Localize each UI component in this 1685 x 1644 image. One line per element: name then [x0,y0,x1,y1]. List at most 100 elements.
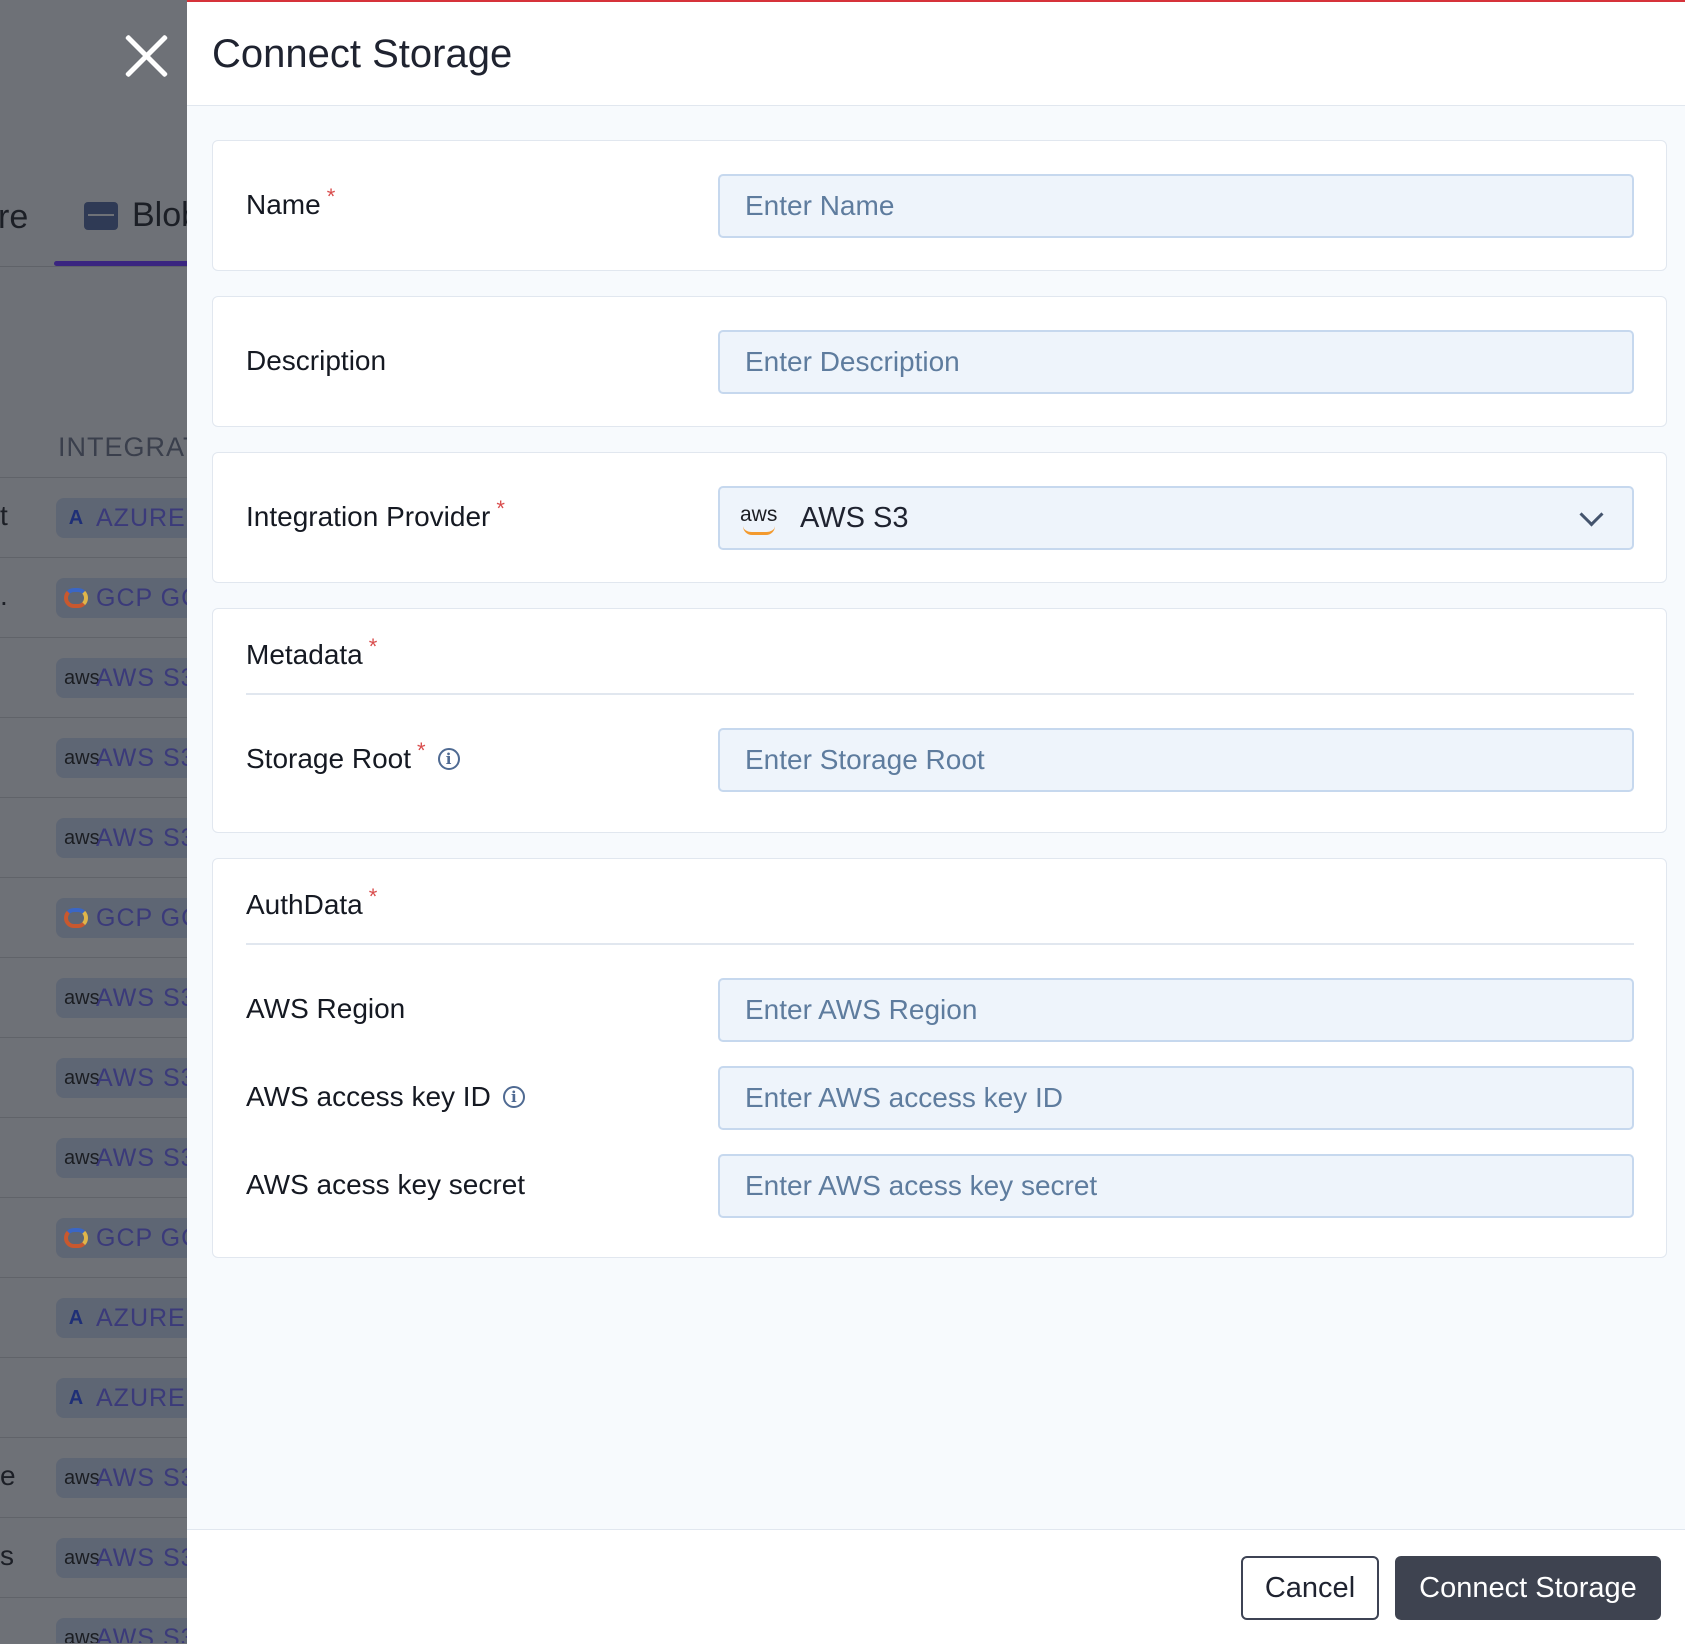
description-label-text: Description [246,345,387,376]
authdata-title-text: AuthData [246,889,363,920]
provider-badge: A AZURE BLOB [56,1378,187,1418]
aws-access-key-secret-input[interactable] [718,1154,1634,1218]
cancel-button[interactable]: Cancel [1241,1556,1379,1620]
integration-row[interactable]: . GCP GCS [0,557,187,638]
description-card: Description [212,296,1667,427]
metadata-title-text: Metadata [246,639,363,670]
provider-badge-label: AWS S3 [96,1543,187,1572]
provider-card: Integration Provider * aws AWS S3 [212,452,1667,583]
provider-badge: aws AWS S3 [56,1458,187,1498]
aws-icon: aws [64,666,100,689]
azure-icon: A [68,506,84,529]
required-marker: * [368,634,378,659]
storage-icon [84,201,118,230]
authdata-card: AuthData * AWS Region AWS access key ID … [212,858,1667,1258]
provider-badge-label: AWS S3 [96,743,187,772]
integration-row[interactable]: aws AWS S3 [0,1597,187,1643]
authdata-title: AuthData * [246,884,377,921]
provider-selected-value: AWS S3 [800,501,909,534]
provider-badge-label: GCP GCS [96,1223,187,1252]
metadata-title: Metadata * [246,634,377,671]
aws-icon: aws [64,1626,100,1644]
chevron-down-icon [1579,501,1604,527]
integration-row[interactable]: t A AZURE BLOB [0,477,187,558]
integration-row[interactable]: aws AWS S3 [0,717,187,798]
tabs-divider [0,266,187,267]
provider-badge: aws AWS S3 [56,818,187,858]
aws-icon: aws [64,746,100,769]
required-marker: * [326,184,336,209]
tab-blob[interactable]: Blob [84,196,187,235]
connect-storage-drawer: Connect Storage Name * Description Integ… [187,0,1685,1644]
integration-row[interactable]: A AZURE BLOB [0,1277,187,1358]
provider-select[interactable]: aws AWS S3 [718,486,1634,550]
tab-label: Blob [132,196,187,234]
description-input[interactable] [718,330,1634,394]
integration-row[interactable]: aws AWS S3 [0,1037,187,1118]
provider-badge-label: AWS S3 [96,1143,187,1172]
provider-label-text: Integration Provider [246,501,491,532]
azure-icon: A [68,1306,84,1329]
provider-badge: GCP GCS [56,1218,187,1258]
drawer-top-accent [187,0,1685,2]
authdata-divider [246,943,1634,945]
connect-storage-button[interactable]: Connect Storage [1395,1556,1661,1620]
aws-region-label-text: AWS Region [246,993,406,1024]
provider-badge-label: AWS S3 [96,1623,187,1644]
provider-badge: aws AWS S3 [56,1058,187,1098]
aws-access-key-id-label: AWS access key ID i [246,1081,525,1113]
row-name-fragment: e [0,1460,16,1491]
gcp-icon [64,908,88,928]
integration-row[interactable]: aws AWS S3 [0,637,187,718]
integration-row[interactable]: aws AWS S3 [0,957,187,1038]
metadata-divider [246,693,1634,695]
provider-badge: aws AWS S3 [56,1618,187,1643]
aws-icon: aws [64,1466,100,1489]
aws-region-input[interactable] [718,978,1634,1042]
provider-badge-label: AWS S3 [96,663,187,692]
gcp-icon [64,1228,88,1248]
integration-row[interactable]: aws AWS S3 [0,797,187,878]
provider-badge: A AZURE BLOB [56,498,187,538]
close-icon[interactable] [120,30,172,82]
integration-row[interactable]: e aws AWS S3 [0,1437,187,1518]
aws-access-key-id-input[interactable] [718,1066,1634,1130]
row-name-fragment: s [0,1540,14,1571]
aws-icon: aws [64,826,100,849]
integration-row[interactable]: GCP GCS [0,877,187,958]
provider-badge: aws AWS S3 [56,738,187,778]
aws-icon: aws [64,1546,100,1569]
integration-row[interactable]: A AZURE BLOB [0,1357,187,1438]
aws-access-key-id-label-text: AWS access key ID [246,1081,491,1112]
provider-badge-label: GCP GCS [96,903,187,932]
drawer-header: Connect Storage [187,0,1685,106]
required-marker: * [496,496,505,521]
azure-icon: A [68,1386,84,1409]
drawer-footer: Cancel Connect Storage [187,1529,1685,1644]
provider-badge-label: AWS S3 [96,983,187,1012]
info-icon[interactable]: i [502,1086,525,1108]
integration-row[interactable]: s aws AWS S3 [0,1517,187,1598]
aws-logo-icon: aws [740,504,780,535]
provider-badge: A AZURE BLOB [56,1298,187,1338]
provider-badge: aws AWS S3 [56,1538,187,1578]
storage-root-input[interactable] [718,728,1634,792]
name-label-text: Name [246,189,321,220]
provider-badge: GCP GCS [56,898,187,938]
metadata-card: Metadata * Storage Root * i [212,608,1667,833]
provider-badge-label: GCP GCS [96,583,187,612]
gcp-icon [64,588,88,608]
integration-row[interactable]: GCP GCS [0,1197,187,1278]
info-icon[interactable]: i [437,748,460,770]
storage-root-label: Storage Root * i [246,738,460,775]
storage-root-label-text: Storage Root [246,743,411,774]
drawer-title: Connect Storage [212,32,513,76]
name-card: Name * [212,140,1667,271]
name-input[interactable] [718,174,1634,238]
row-name-fragment: . [0,580,8,611]
description-label: Description [246,345,386,377]
provider-label: Integration Provider * [246,496,505,533]
required-marker: * [417,738,426,763]
integration-row[interactable]: aws AWS S3 [0,1117,187,1198]
provider-badge-label: AWS S3 [96,1063,187,1092]
